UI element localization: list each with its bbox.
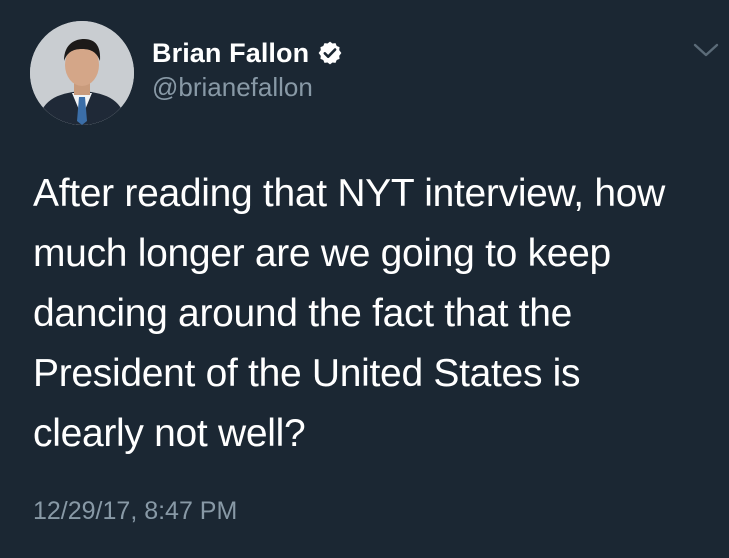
tweet-text-line: much longer are we going to keep [33, 232, 611, 275]
tweet-card: Brian Fallon @brianefallon After reading… [0, 0, 729, 558]
author-display-name[interactable]: Brian Fallon [152, 38, 309, 69]
author-handle[interactable]: @brianefallon [152, 72, 343, 103]
tweet-text-line: After reading that NYT interview, how [33, 172, 666, 215]
name-row: Brian Fallon [152, 36, 343, 70]
tweet-text-line: clearly not well? [33, 412, 306, 455]
verified-badge-icon [317, 40, 343, 66]
avatar[interactable] [30, 21, 134, 125]
tweet-text-line: President of the United States is [33, 352, 581, 395]
avatar-image [30, 21, 134, 125]
tweet-header: Brian Fallon @brianefallon [152, 36, 343, 103]
tweet-text-line: dancing around the fact that the [33, 292, 572, 335]
tweet-text: After reading that NYT interview, how mu… [33, 164, 713, 464]
tweet-timestamp[interactable]: 12/29/17, 8:47 PM [33, 497, 237, 526]
chevron-down-icon[interactable] [692, 40, 720, 60]
